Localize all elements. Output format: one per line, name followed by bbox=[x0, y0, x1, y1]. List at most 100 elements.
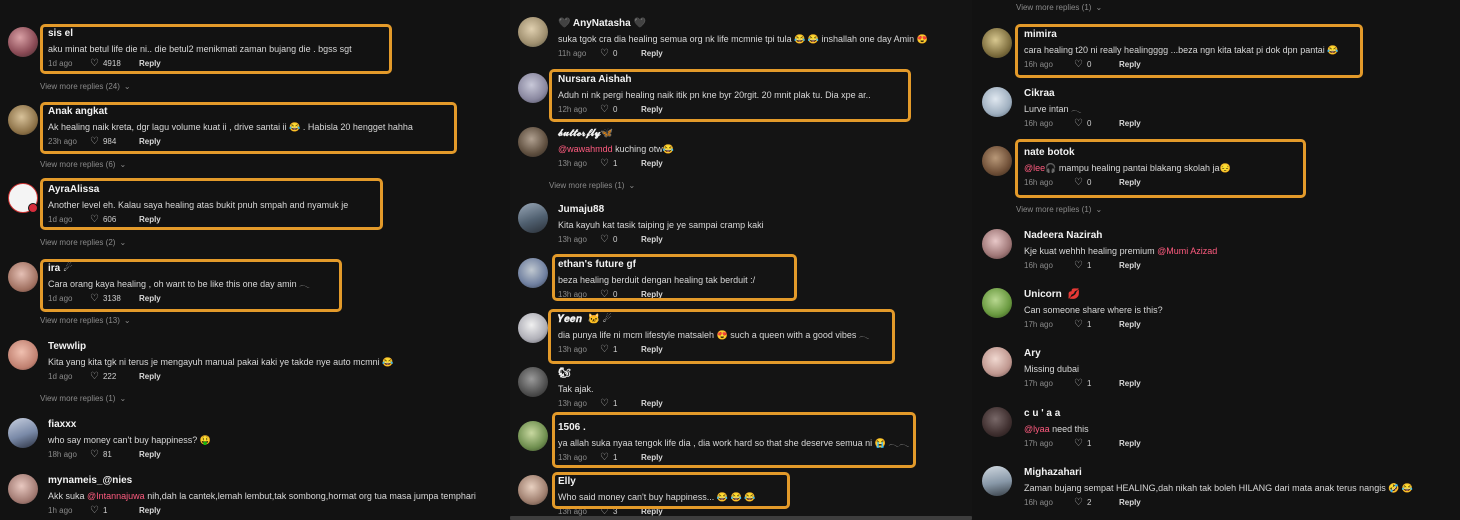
comment-username[interactable]: Jumaju88 bbox=[558, 203, 966, 216]
comment-username[interactable]: ethan's future gf bbox=[558, 258, 966, 271]
heart-icon[interactable]: ♡ bbox=[90, 58, 99, 69]
heart-icon[interactable]: ♡ bbox=[90, 449, 99, 460]
reply-button[interactable]: Reply bbox=[641, 104, 663, 115]
heart-icon[interactable]: ♡ bbox=[600, 344, 609, 355]
mention-link[interactable]: @wawahmdd bbox=[558, 144, 613, 154]
mention-link[interactable]: @lyaa bbox=[1024, 424, 1050, 434]
view-more-replies[interactable]: View more replies (1) ⌄ bbox=[1016, 205, 1102, 214]
reply-button[interactable]: Reply bbox=[641, 158, 663, 169]
reply-button[interactable]: Reply bbox=[1119, 118, 1141, 129]
reply-button[interactable]: Reply bbox=[139, 371, 161, 382]
avatar[interactable] bbox=[982, 407, 1012, 437]
avatar[interactable] bbox=[8, 262, 38, 292]
reply-button[interactable]: Reply bbox=[139, 58, 161, 69]
avatar[interactable] bbox=[518, 127, 548, 157]
heart-icon[interactable]: ♡ bbox=[600, 158, 609, 169]
avatar[interactable] bbox=[8, 340, 38, 370]
comment-username[interactable]: 🐿 bbox=[558, 367, 966, 380]
avatar[interactable] bbox=[8, 418, 38, 448]
reply-button[interactable]: Reply bbox=[139, 449, 161, 460]
reply-button[interactable]: Reply bbox=[641, 344, 663, 355]
view-more-replies[interactable]: View more replies (1) ⌄ bbox=[549, 181, 635, 190]
view-more-replies[interactable]: View more replies (24) ⌄ bbox=[40, 82, 131, 91]
avatar[interactable] bbox=[8, 474, 38, 504]
heart-icon[interactable]: ♡ bbox=[90, 371, 99, 382]
reply-button[interactable]: Reply bbox=[1119, 260, 1141, 271]
comment-username[interactable]: mimira bbox=[1024, 28, 1454, 41]
reply-button[interactable]: Reply bbox=[139, 136, 161, 147]
comment-username[interactable]: Unicorn 💋 bbox=[1024, 288, 1454, 301]
username-text[interactable]: ira bbox=[48, 263, 60, 274]
reply-button[interactable]: Reply bbox=[139, 214, 161, 225]
heart-icon[interactable]: ♡ bbox=[600, 452, 609, 463]
comment-username[interactable]: Ary bbox=[1024, 347, 1454, 360]
mention-link[interactable]: @Intannajuwa bbox=[87, 491, 145, 501]
reply-button[interactable]: Reply bbox=[1119, 177, 1141, 188]
comment-username[interactable]: 1506 . bbox=[558, 421, 966, 434]
reply-button[interactable]: Reply bbox=[641, 48, 663, 59]
comment-username[interactable]: Nursara Aishah bbox=[558, 73, 966, 86]
reply-button[interactable]: Reply bbox=[1119, 497, 1141, 508]
view-more-replies[interactable]: View more replies (1) ⌄ bbox=[40, 394, 126, 403]
comment-username[interactable]: sis el bbox=[48, 27, 504, 40]
avatar[interactable] bbox=[8, 183, 38, 213]
heart-icon[interactable]: ♡ bbox=[90, 136, 99, 147]
avatar[interactable] bbox=[982, 288, 1012, 318]
comment-username[interactable]: Elly bbox=[558, 475, 966, 488]
heart-icon[interactable]: ♡ bbox=[1074, 260, 1083, 271]
reply-button[interactable]: Reply bbox=[1119, 59, 1141, 70]
comment-username[interactable]: c u ' a a bbox=[1024, 407, 1454, 420]
comment-username[interactable]: Cikraa bbox=[1024, 87, 1454, 100]
view-more-replies[interactable]: View more replies (13) ⌄ bbox=[40, 316, 131, 325]
reply-button[interactable]: Reply bbox=[641, 398, 663, 409]
avatar[interactable] bbox=[518, 475, 548, 505]
comment-username[interactable]: 𝒀𝒆𝒆𝒏 🐱 ☄ bbox=[558, 313, 966, 326]
avatar[interactable] bbox=[518, 367, 548, 397]
avatar[interactable] bbox=[518, 421, 548, 451]
heart-icon[interactable]: ♡ bbox=[600, 48, 609, 59]
avatar[interactable] bbox=[518, 313, 548, 343]
username-text[interactable]: 𝓫𝓾𝓽𝓽𝓮𝓻𝓯𝓵𝔂 bbox=[558, 128, 601, 139]
avatar[interactable] bbox=[8, 105, 38, 135]
comment-username[interactable]: 🖤 AnyNatasha 🖤 bbox=[558, 17, 966, 30]
reply-button[interactable]: Reply bbox=[139, 505, 161, 516]
heart-icon[interactable]: ♡ bbox=[600, 234, 609, 245]
heart-icon[interactable]: ♡ bbox=[90, 505, 99, 516]
reply-button[interactable]: Reply bbox=[1119, 378, 1141, 389]
comment-username[interactable]: mynameis_@nies bbox=[48, 474, 504, 487]
heart-icon[interactable]: ♡ bbox=[1074, 319, 1083, 330]
avatar[interactable] bbox=[518, 258, 548, 288]
reply-button[interactable]: Reply bbox=[641, 234, 663, 245]
comment-username[interactable]: Anak angkat bbox=[48, 105, 504, 118]
mention-link[interactable]: @Mumi Azizad bbox=[1157, 246, 1217, 256]
view-more-replies[interactable]: View more replies (2) ⌄ bbox=[40, 238, 126, 247]
heart-icon[interactable]: ♡ bbox=[1074, 177, 1083, 188]
heart-icon[interactable]: ♡ bbox=[600, 104, 609, 115]
heart-icon[interactable]: ♡ bbox=[1074, 118, 1083, 129]
heart-icon[interactable]: ♡ bbox=[600, 289, 609, 300]
username-text[interactable]: 𝒀𝒆𝒆𝒏 bbox=[558, 314, 582, 325]
username-text[interactable]: AnyNatasha bbox=[573, 18, 631, 29]
avatar[interactable] bbox=[982, 146, 1012, 176]
reply-button[interactable]: Reply bbox=[641, 452, 663, 463]
avatar[interactable] bbox=[8, 27, 38, 57]
scrollbar-thumb[interactable] bbox=[510, 516, 972, 520]
heart-icon[interactable]: ♡ bbox=[1074, 378, 1083, 389]
avatar[interactable] bbox=[982, 466, 1012, 496]
heart-icon[interactable]: ♡ bbox=[1074, 59, 1083, 70]
comment-username[interactable]: 𝓫𝓾𝓽𝓽𝓮𝓻𝓯𝓵𝔂🦋 bbox=[558, 127, 966, 140]
avatar[interactable] bbox=[518, 17, 548, 47]
avatar[interactable] bbox=[982, 28, 1012, 58]
username-text[interactable]: Unicorn bbox=[1024, 289, 1062, 300]
reply-button[interactable]: Reply bbox=[641, 289, 663, 300]
reply-button[interactable]: Reply bbox=[1119, 438, 1141, 449]
comment-username[interactable]: AyraAlissa bbox=[48, 183, 504, 196]
heart-icon[interactable]: ♡ bbox=[600, 398, 609, 409]
heart-icon[interactable]: ♡ bbox=[1074, 497, 1083, 508]
horizontal-scrollbar[interactable] bbox=[510, 516, 972, 520]
reply-button[interactable]: Reply bbox=[1119, 319, 1141, 330]
reply-button[interactable]: Reply bbox=[139, 293, 161, 304]
comment-username[interactable]: ira ☄ bbox=[48, 262, 504, 275]
view-more-replies[interactable]: View more replies (1) ⌄ bbox=[1016, 3, 1102, 12]
comment-username[interactable]: Mighazahari bbox=[1024, 466, 1454, 479]
